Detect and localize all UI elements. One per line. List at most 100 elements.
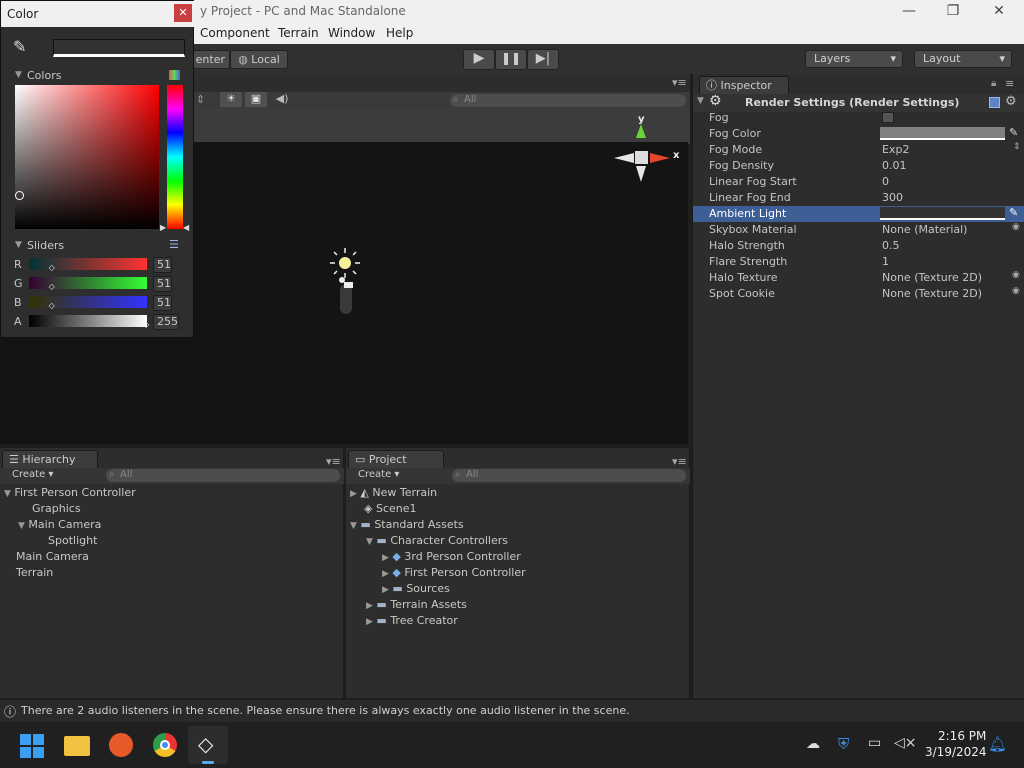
- menu-window[interactable]: Window: [328, 26, 375, 40]
- pause-button[interactable]: ❚❚: [495, 49, 527, 70]
- linear-fog-start-field[interactable]: 0: [882, 175, 889, 188]
- foldout-arrow-icon[interactable]: ▼: [350, 521, 357, 531]
- project-search-input[interactable]: ⌕ All: [452, 469, 686, 482]
- tree-item-character-controllers[interactable]: ▼ ▬ Character Controllers: [366, 534, 508, 547]
- hierarchy-search-input[interactable]: ⌕ All: [106, 469, 340, 482]
- foldout-arrow-icon[interactable]: ▶: [366, 601, 373, 611]
- tab-inspector[interactable]: ⓘ Inspector: [699, 76, 789, 94]
- scene-search-input[interactable]: ⌕ All: [450, 94, 686, 107]
- object-picker-icon[interactable]: ◉: [1012, 270, 1020, 280]
- fog-mode-dropdown[interactable]: Exp2: [882, 143, 909, 156]
- component-settings-icon[interactable]: ⚙: [1005, 94, 1017, 109]
- pivot-center-toggle[interactable]: enter: [190, 50, 230, 69]
- red-slider-track[interactable]: [29, 258, 147, 270]
- color-mode-icon[interactable]: [169, 70, 180, 80]
- tree-item-terrain-assets[interactable]: ▶ ▬ Terrain Assets: [366, 598, 467, 611]
- menu-component[interactable]: Component: [200, 26, 270, 40]
- maximize-button[interactable]: ❐: [930, 0, 976, 24]
- tree-item-spotlight[interactable]: Spotlight: [48, 534, 97, 547]
- saturation-value-picker[interactable]: [15, 85, 159, 229]
- dropdown-arrow-icon[interactable]: ⇕: [196, 93, 205, 106]
- halo-texture-field[interactable]: None (Texture 2D): [882, 271, 982, 284]
- color-window-titlebar[interactable]: Color ✕: [1, 1, 195, 27]
- step-button[interactable]: ▶|: [527, 49, 559, 70]
- unity-taskbar-button[interactable]: ◇: [188, 726, 228, 764]
- alpha-slider-track[interactable]: [29, 315, 147, 327]
- halo-strength-field[interactable]: 0.5: [882, 239, 900, 252]
- tree-item-first-person-controller-prefab[interactable]: ▶ ◆ First Person Controller: [382, 566, 526, 579]
- eyedropper-icon[interactable]: ✎: [1009, 206, 1018, 219]
- tree-item-main-camera-child[interactable]: ▼ Main Camera: [18, 518, 101, 531]
- alpha-slider-handle[interactable]: ◇: [143, 320, 149, 329]
- blue-slider-track[interactable]: [29, 296, 147, 308]
- tree-item-tree-creator[interactable]: ▶ ▬ Tree Creator: [366, 614, 458, 627]
- ambient-light-color-field[interactable]: [880, 207, 1005, 220]
- firefox-icon[interactable]: [109, 733, 133, 757]
- layout-dropdown[interactable]: Layout ▾: [914, 50, 1012, 68]
- alpha-value-input[interactable]: 255: [153, 314, 179, 330]
- clock-date[interactable]: 3/19/2024: [925, 745, 987, 759]
- tree-item-new-terrain[interactable]: ▶ ◭ New Terrain: [350, 486, 437, 499]
- foldout-arrow-icon[interactable]: ▶: [382, 553, 389, 563]
- blue-slider-handle[interactable]: ◇: [49, 301, 55, 310]
- eyedropper-icon[interactable]: ✎: [1009, 126, 1018, 139]
- clock-time[interactable]: 2:16 PM: [938, 729, 986, 743]
- red-value-input[interactable]: 51: [153, 257, 172, 273]
- foldout-arrow-icon[interactable]: ▶: [382, 569, 389, 579]
- foldout-arrow-icon[interactable]: ▼: [366, 537, 373, 547]
- colors-foldout-arrow-icon[interactable]: ▼: [15, 70, 22, 80]
- display-icon[interactable]: ▭: [868, 735, 881, 751]
- status-bar[interactable]: ⓘ There are 2 audio listeners in the sce…: [0, 700, 1024, 722]
- file-explorer-icon[interactable]: [64, 736, 90, 756]
- tree-item-scene1[interactable]: ◈ Scene1: [364, 502, 417, 515]
- foldout-arrow-icon[interactable]: ▶: [350, 489, 357, 499]
- tree-item-3rd-person-controller[interactable]: ▶ ◆ 3rd Person Controller: [382, 550, 521, 563]
- hue-handle-left-icon[interactable]: ▶: [160, 223, 166, 232]
- foldout-arrow-icon[interactable]: ▼: [4, 489, 11, 499]
- foldout-arrow-icon[interactable]: ▶: [382, 585, 389, 595]
- chrome-icon[interactable]: [153, 733, 177, 757]
- hue-slider[interactable]: [167, 85, 183, 229]
- tab-project[interactable]: ▭ Project: [348, 450, 444, 468]
- windows-start-icon[interactable]: [20, 734, 44, 758]
- object-picker-icon[interactable]: ◉: [1012, 222, 1020, 232]
- green-value-input[interactable]: 51: [153, 276, 172, 292]
- fog-density-field[interactable]: 0.01: [882, 159, 907, 172]
- tree-item-graphics[interactable]: Graphics: [32, 502, 81, 515]
- hierarchy-create-button[interactable]: Create ▾: [12, 469, 53, 480]
- panel-menu-icon[interactable]: ▾≡: [672, 455, 687, 468]
- layers-dropdown[interactable]: Layers ▾: [805, 50, 903, 68]
- help-book-icon[interactable]: [989, 97, 1000, 108]
- green-slider-track[interactable]: [29, 277, 147, 289]
- menu-help[interactable]: Help: [386, 26, 413, 40]
- panel-menu-icon[interactable]: ▾≡: [326, 455, 341, 468]
- play-button[interactable]: ▶: [463, 49, 495, 70]
- tab-hierarchy[interactable]: ☰ Hierarchy: [2, 450, 98, 468]
- network-off-icon[interactable]: ☁: [806, 736, 820, 752]
- object-picker-icon[interactable]: ◉: [1012, 286, 1020, 296]
- minimize-button[interactable]: —: [886, 0, 932, 24]
- scene-audio-toggle[interactable]: ◀): [271, 92, 293, 107]
- panel-menu-icon[interactable]: ▾≡: [672, 76, 687, 89]
- project-create-button[interactable]: Create ▾: [358, 469, 399, 480]
- tree-item-standard-assets[interactable]: ▼ ▬ Standard Assets: [350, 518, 464, 531]
- tree-item-sources[interactable]: ▶ ▬ Sources: [382, 582, 450, 595]
- scene-image-toggle[interactable]: ▣: [245, 92, 267, 107]
- color-window-close-button[interactable]: ✕: [174, 4, 192, 22]
- defender-shield-icon[interactable]: ⛨: [838, 735, 849, 753]
- foldout-arrow-icon[interactable]: ▼: [697, 96, 704, 106]
- fog-color-field[interactable]: [880, 127, 1005, 140]
- panel-menu-icon[interactable]: ≡: [1005, 77, 1014, 90]
- linear-fog-end-field[interactable]: 300: [882, 191, 903, 204]
- fog-checkbox[interactable]: [882, 112, 894, 123]
- scene-lighting-toggle[interactable]: ☀: [220, 92, 242, 107]
- volume-muted-icon[interactable]: ◁×: [894, 735, 917, 751]
- local-global-toggle[interactable]: ◍ Local: [230, 50, 288, 69]
- tree-item-first-person-controller[interactable]: ▼ First Person Controller: [4, 486, 136, 499]
- light-icon[interactable]: [328, 246, 364, 316]
- tree-item-terrain[interactable]: Terrain: [16, 566, 53, 579]
- close-button[interactable]: ✕: [976, 0, 1022, 24]
- foldout-arrow-icon[interactable]: ▼: [18, 521, 25, 531]
- spot-cookie-field[interactable]: None (Texture 2D): [882, 287, 982, 300]
- blue-value-input[interactable]: 51: [153, 295, 172, 311]
